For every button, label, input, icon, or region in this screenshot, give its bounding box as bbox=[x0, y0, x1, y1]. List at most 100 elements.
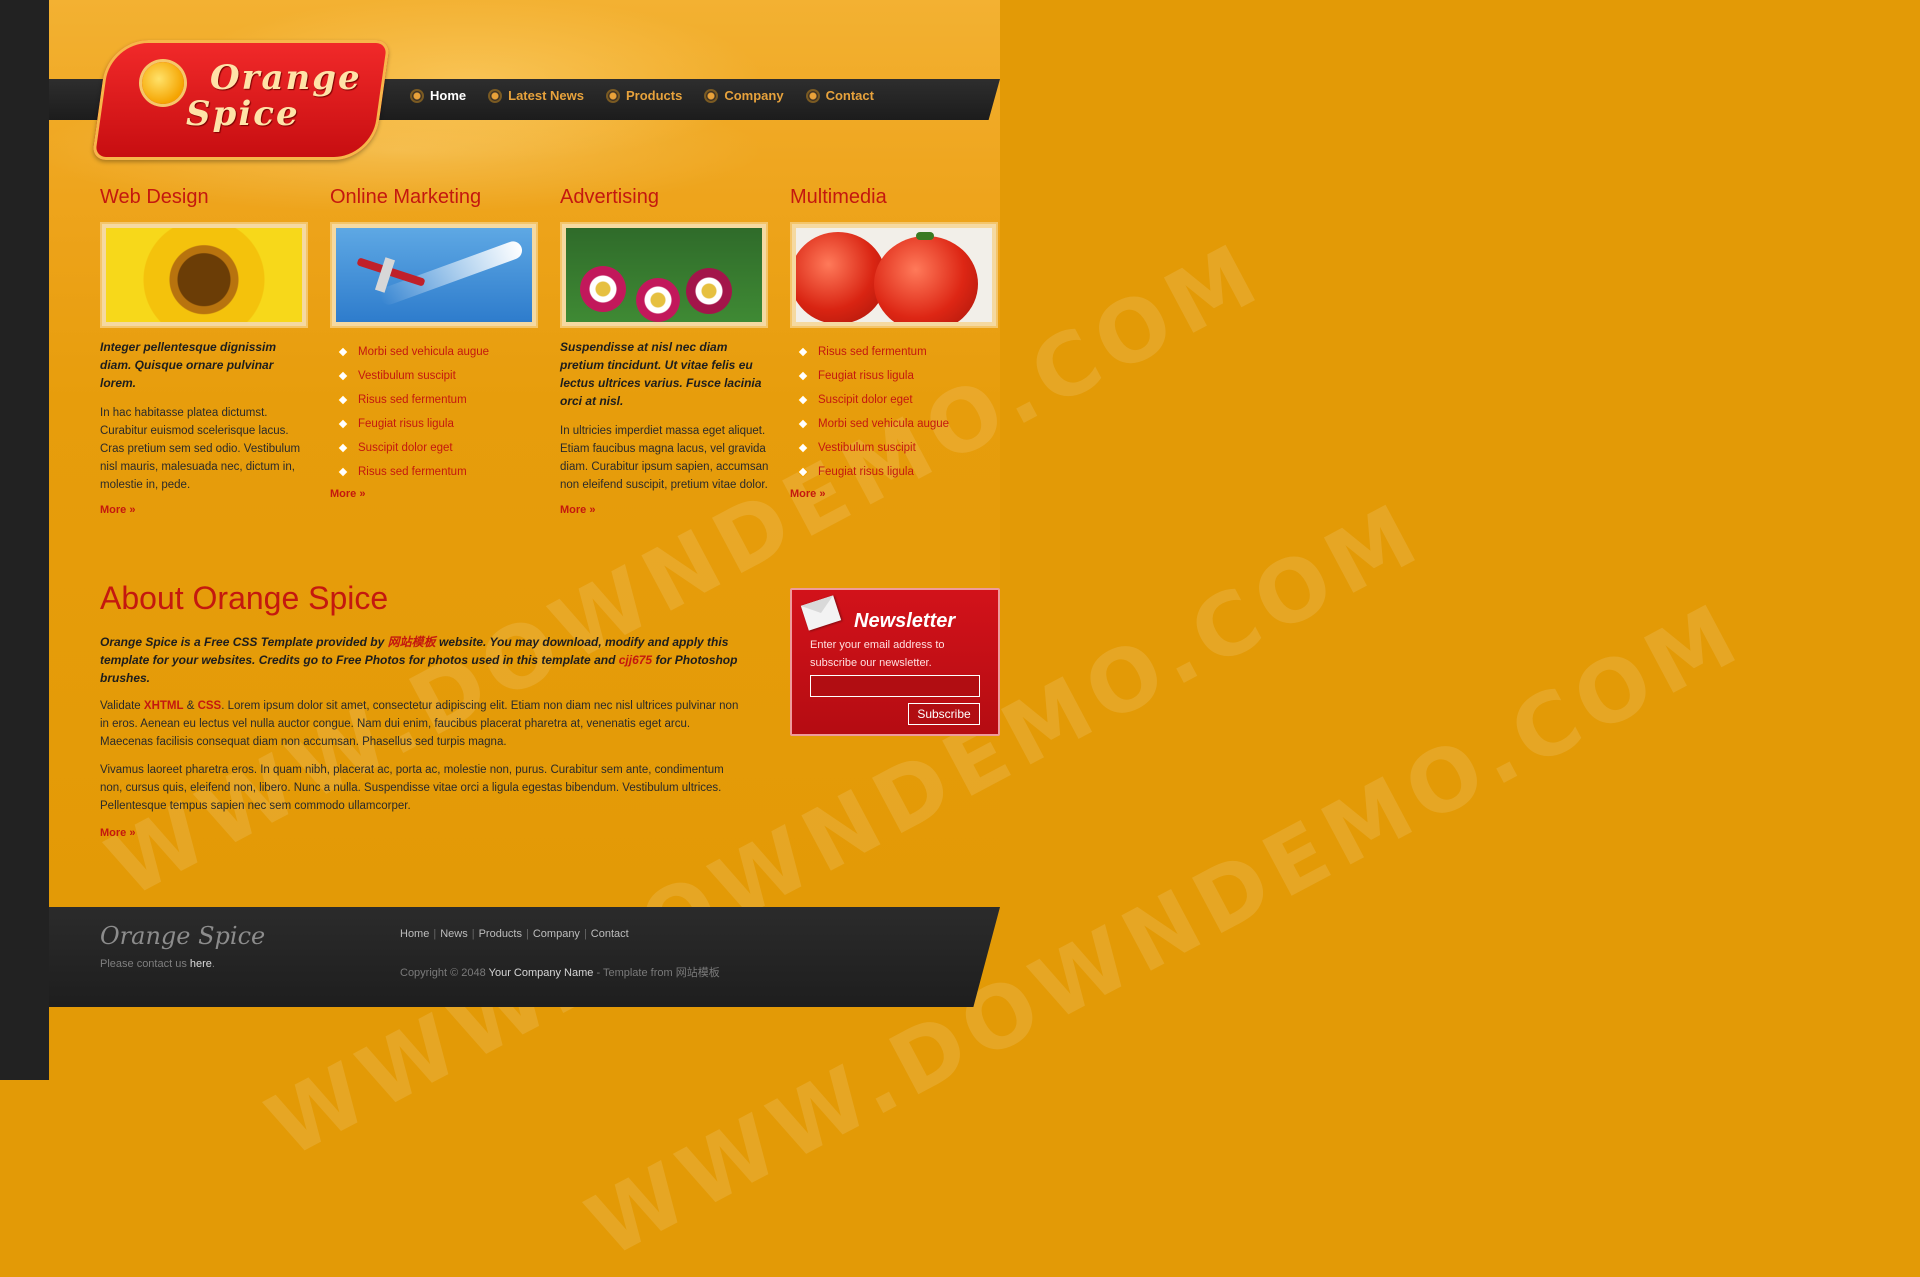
list-item[interactable]: Feugiat risus ligula bbox=[790, 460, 1000, 484]
tomatoes-image bbox=[790, 222, 998, 328]
css-link[interactable]: CSS bbox=[198, 700, 222, 712]
footer-link-products[interactable]: Products bbox=[479, 928, 522, 940]
column-title: Advertising bbox=[560, 186, 659, 208]
footer-copyright: Copyright © 2048 Your Company Name - Tem… bbox=[400, 964, 720, 980]
bullet-list: Morbi sed vehicula augue Vestibulum susc… bbox=[330, 340, 540, 484]
radio-bullet-icon bbox=[704, 88, 719, 103]
list-item-label: Feugiat risus ligula bbox=[818, 466, 914, 478]
column-online-marketing: Online Marketing Morbi sed vehicula augu… bbox=[330, 186, 540, 502]
nav-label: Home bbox=[430, 88, 467, 103]
column-title: Multimedia bbox=[790, 186, 887, 208]
separator: | bbox=[583, 928, 587, 940]
list-item-label: Suscipit dolor eget bbox=[358, 442, 453, 454]
footer-logo: Orange Spice bbox=[100, 922, 266, 950]
footer-link-company[interactable]: Company bbox=[533, 928, 580, 940]
about-intro-text: Orange Spice is a Free CSS Template prov… bbox=[100, 635, 388, 649]
nav-item-latest-news[interactable]: Latest News bbox=[488, 88, 584, 103]
bullet-list: Risus sed fermentum Feugiat risus ligula… bbox=[790, 340, 1000, 484]
sun-logo-icon bbox=[142, 62, 184, 104]
list-item[interactable]: Feugiat risus ligula bbox=[790, 364, 1000, 388]
email-field[interactable] bbox=[810, 675, 980, 697]
more-link[interactable]: More » bbox=[330, 488, 365, 500]
list-item-label: Morbi sed vehicula augue bbox=[358, 346, 490, 358]
main-navigation: Home Latest News Products Company Contac… bbox=[410, 88, 896, 103]
envelope-icon bbox=[800, 595, 842, 631]
newsletter-title: Newsletter bbox=[854, 610, 956, 632]
nav-item-home[interactable]: Home bbox=[410, 88, 466, 103]
nav-item-products[interactable]: Products bbox=[606, 88, 682, 103]
list-item-label: Risus sed fermentum bbox=[818, 346, 927, 358]
template-site-link[interactable]: 网站模板 bbox=[676, 967, 720, 979]
newsletter-description: Enter your email address to subscribe ou… bbox=[810, 639, 945, 669]
subscribe-button[interactable]: Subscribe bbox=[908, 703, 980, 725]
column-advertising: Advertising Suspendisse at nisl nec diam… bbox=[560, 186, 770, 518]
diamond-bullet-icon bbox=[798, 467, 808, 477]
footer-contact-text: . bbox=[211, 958, 215, 970]
more-link[interactable]: More » bbox=[560, 504, 595, 516]
column-title: Online Marketing bbox=[330, 186, 482, 208]
logo-text-line1: Orange bbox=[210, 58, 362, 98]
footer-link-contact[interactable]: Contact bbox=[591, 928, 629, 940]
airplane-image bbox=[330, 222, 538, 328]
list-item-label: Vestibulum suscipit bbox=[818, 442, 916, 454]
radio-bullet-icon bbox=[805, 88, 820, 103]
more-link[interactable]: More » bbox=[100, 827, 135, 839]
list-item[interactable]: Risus sed fermentum bbox=[790, 340, 1000, 364]
list-item-label: Morbi sed vehicula augue bbox=[818, 418, 950, 430]
list-item[interactable]: Suscipit dolor eget bbox=[330, 436, 540, 460]
list-item[interactable]: Vestibulum suscipit bbox=[790, 436, 1000, 460]
diamond-bullet-icon bbox=[338, 371, 348, 381]
sunflower-image bbox=[100, 222, 308, 328]
nav-label: Company bbox=[724, 88, 784, 103]
nav-label: Contact bbox=[825, 88, 874, 103]
column-intro: Suspendisse at nisl nec diam pretium tin… bbox=[560, 340, 762, 408]
list-item-label: Feugiat risus ligula bbox=[358, 418, 454, 430]
separator: | bbox=[471, 928, 475, 940]
about-paragraph-1: Validate XHTML & CSS. Lorem ipsum dolor … bbox=[100, 697, 740, 751]
radio-bullet-icon bbox=[410, 88, 424, 103]
site-link[interactable]: 网站模板 bbox=[388, 635, 436, 649]
nav-item-company[interactable]: Company bbox=[704, 88, 784, 103]
list-item[interactable]: Vestibulum suscipit bbox=[330, 364, 540, 388]
list-item-label: Risus sed fermentum bbox=[358, 466, 467, 478]
separator: | bbox=[433, 928, 437, 940]
footer-link-home[interactable]: Home bbox=[400, 928, 429, 940]
diamond-bullet-icon bbox=[798, 371, 808, 381]
list-item[interactable]: Risus sed fermentum bbox=[330, 460, 540, 484]
list-item-label: Feugiat risus ligula bbox=[818, 370, 914, 382]
column-web-design: Web Design Integer pellentesque dignissi… bbox=[100, 186, 310, 518]
flowers-image bbox=[560, 222, 768, 328]
nav-label: Latest News bbox=[508, 88, 584, 103]
about-text: & bbox=[183, 700, 198, 712]
more-link[interactable]: More » bbox=[790, 488, 825, 500]
diamond-bullet-icon bbox=[338, 419, 348, 429]
about-intro: Orange Spice is a Free CSS Template prov… bbox=[100, 633, 740, 687]
footer-navigation: Home | News | Products | Company | Contact bbox=[400, 928, 629, 940]
footer-link-news[interactable]: News bbox=[440, 928, 468, 940]
more-link[interactable]: More » bbox=[100, 504, 135, 516]
contact-link[interactable]: here bbox=[190, 958, 212, 970]
about-title: About Orange Spice bbox=[100, 580, 389, 616]
diamond-bullet-icon bbox=[798, 395, 808, 405]
about-section: About Orange Spice Orange Spice is a Fre… bbox=[100, 580, 750, 841]
column-intro: Integer pellentesque dignissim diam. Qui… bbox=[100, 340, 277, 390]
diamond-bullet-icon bbox=[798, 419, 808, 429]
company-link[interactable]: Your Company Name bbox=[489, 967, 594, 979]
about-text: Validate bbox=[100, 700, 144, 712]
column-multimedia: Multimedia Risus sed fermentum Feugiat r… bbox=[790, 186, 1000, 502]
xhtml-link[interactable]: XHTML bbox=[144, 700, 184, 712]
nav-item-contact[interactable]: Contact bbox=[805, 88, 874, 103]
brush-author-link[interactable]: cjj675 bbox=[619, 653, 652, 667]
radio-bullet-icon bbox=[606, 88, 620, 103]
list-item[interactable]: Feugiat risus ligula bbox=[330, 412, 540, 436]
list-item[interactable]: Risus sed fermentum bbox=[330, 388, 540, 412]
diamond-bullet-icon bbox=[338, 443, 348, 453]
list-item[interactable]: Suscipit dolor eget bbox=[790, 388, 1000, 412]
list-item[interactable]: Morbi sed vehicula augue bbox=[330, 340, 540, 364]
column-body: In ultricies imperdiet massa eget alique… bbox=[560, 425, 769, 491]
newsletter-box: Newsletter Enter your email address to s… bbox=[790, 588, 1000, 736]
column-title: Web Design bbox=[100, 186, 209, 208]
list-item-label: Suscipit dolor eget bbox=[818, 394, 913, 406]
radio-bullet-icon bbox=[488, 88, 503, 103]
list-item[interactable]: Morbi sed vehicula augue bbox=[790, 412, 1000, 436]
